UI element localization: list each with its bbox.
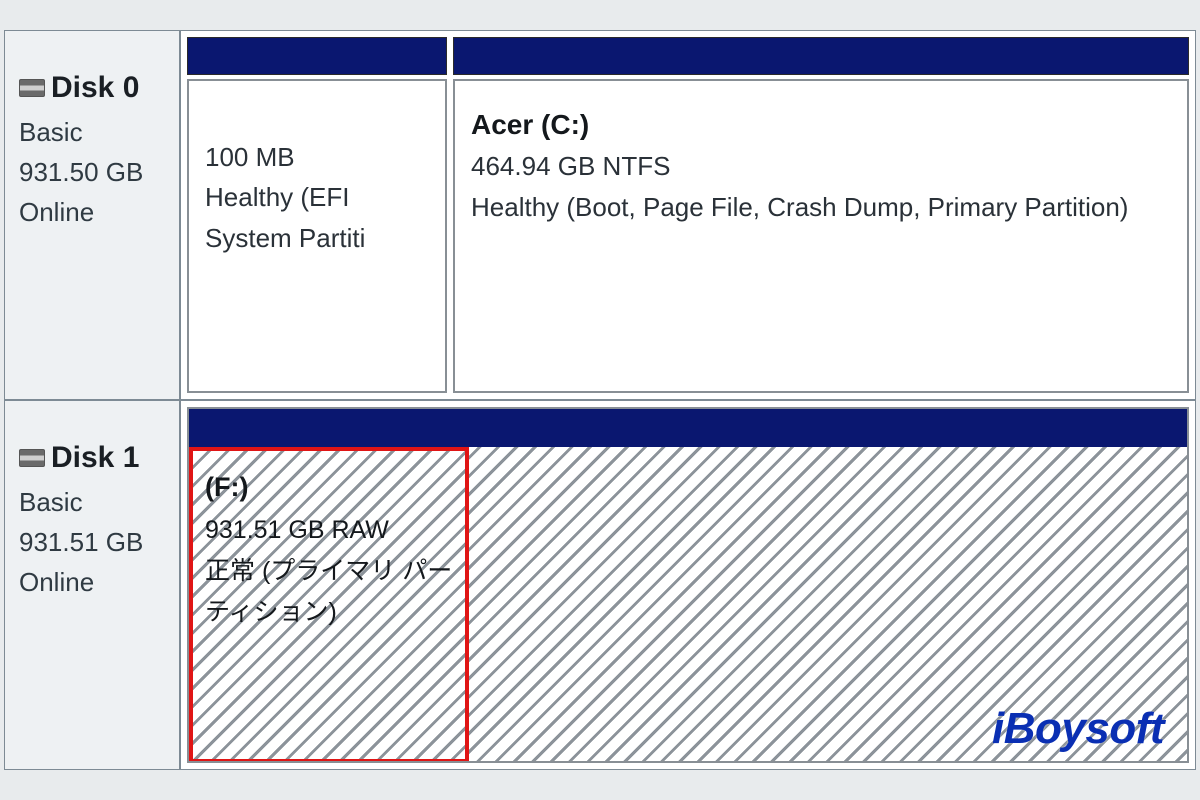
volume-efi[interactable]: 100 MB Healthy (EFI System Partiti	[187, 79, 447, 393]
volume-status: Healthy (EFI System Partiti	[205, 177, 429, 258]
disk-management-canvas: Disk 0 Basic 931.50 GB Online 100 MB Hea…	[4, 30, 1196, 770]
volume-header-bar	[453, 37, 1189, 75]
disk-0-volume-headers	[187, 37, 1189, 75]
watermark-logo: iBoysoft	[992, 704, 1164, 754]
volume-c[interactable]: Acer (C:) 464.94 GB NTFS Healthy (Boot, …	[453, 79, 1189, 393]
disk-label-1[interactable]: Disk 1 Basic 931.51 GB Online	[5, 401, 181, 769]
volume-header-bar	[189, 409, 1187, 447]
disk-type: Basic	[19, 112, 169, 152]
volume-status: Healthy (Boot, Page File, Crash Dump, Pr…	[471, 187, 1171, 227]
disk-name-text: Disk 1	[51, 435, 139, 482]
disk-type: Basic	[19, 482, 169, 522]
disk-status: Online	[19, 562, 169, 602]
disk-icon	[19, 79, 45, 97]
disk-status: Online	[19, 192, 169, 232]
volume-name: Acer (C:)	[471, 103, 1171, 146]
volume-f-raw-highlight[interactable]: (F:) 931.51 GB RAW 正常 (プライマリ パーティション)	[189, 447, 469, 763]
disk-name-text: Disk 0	[51, 65, 139, 112]
volume-size: 100 MB	[205, 137, 429, 177]
app-frame: Disk 0 Basic 931.50 GB Online 100 MB Hea…	[0, 0, 1200, 800]
volume-status: 正常 (プライマリ パーティション)	[205, 551, 453, 634]
disk-row-0: Disk 0 Basic 931.50 GB Online 100 MB Hea…	[5, 31, 1195, 401]
disk-icon	[19, 449, 45, 467]
volume-size: 464.94 GB NTFS	[471, 146, 1171, 186]
disk-label-0[interactable]: Disk 0 Basic 931.50 GB Online	[5, 31, 181, 399]
volume-name: (F:)	[205, 465, 453, 510]
disk-size: 931.51 GB	[19, 522, 169, 562]
volume-size: 931.51 GB RAW	[205, 510, 453, 551]
volume-header-bar	[187, 37, 447, 75]
disk-0-volumes: 100 MB Healthy (EFI System Partiti Acer …	[181, 31, 1195, 399]
disk-size: 931.50 GB	[19, 152, 169, 192]
